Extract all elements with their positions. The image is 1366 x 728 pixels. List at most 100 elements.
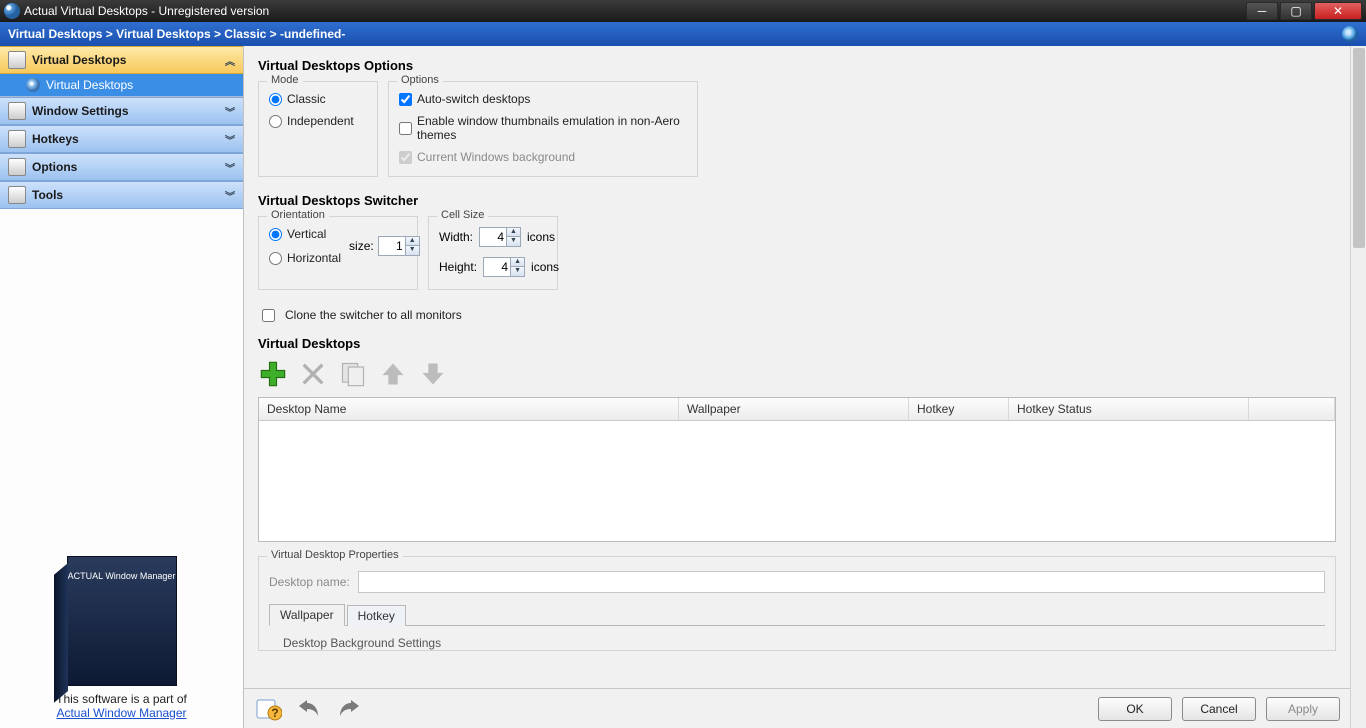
scrollbar-thumb[interactable] <box>1353 48 1365 248</box>
sidebar-item-options[interactable]: Options ︾ <box>0 153 243 181</box>
copy-button[interactable] <box>338 359 368 389</box>
breadcrumb-text: Virtual Desktops > Virtual Desktops > Cl… <box>8 27 345 41</box>
desktops-grid[interactable]: Desktop Name Wallpaper Hotkey Hotkey Sta… <box>258 397 1336 542</box>
radio-independent[interactable]: Independent <box>269 114 367 128</box>
height-label: Height: <box>439 260 477 274</box>
sidebar-sub-label: Virtual Desktops <box>46 78 133 92</box>
apply-button[interactable]: Apply <box>1266 697 1340 721</box>
height-unit: icons <box>531 260 559 274</box>
globe-icon[interactable] <box>1342 26 1358 42</box>
width-unit: icons <box>527 230 555 244</box>
close-button[interactable]: ✕ <box>1314 2 1362 20</box>
chevron-down-icon: ︾ <box>225 104 235 119</box>
minimize-button[interactable]: ─ <box>1246 2 1278 20</box>
check-thumbnails[interactable]: Enable window thumbnails emulation in no… <box>399 114 687 142</box>
col-spacer <box>1249 398 1335 420</box>
desktop-properties: Virtual Desktop Properties Desktop name:… <box>258 556 1336 651</box>
move-down-button[interactable] <box>418 359 448 389</box>
chevron-down-icon: ︾ <box>225 188 235 203</box>
radio-vertical-input[interactable] <box>269 228 282 241</box>
check-auto-switch-input[interactable] <box>399 93 412 106</box>
promo-link[interactable]: Actual Window Manager <box>56 706 186 720</box>
sidebar-label: Window Settings <box>32 104 129 118</box>
group-options-legend: Options <box>397 74 443 86</box>
help-button[interactable]: ? <box>254 695 284 723</box>
add-button[interactable] <box>258 359 288 389</box>
chevron-down-icon: ︾ <box>225 160 235 175</box>
col-hotkey[interactable]: Hotkey <box>909 398 1009 420</box>
size-stepper[interactable]: ▲▼ <box>378 236 420 256</box>
sidebar-item-tools[interactable]: Tools ︾ <box>0 181 243 209</box>
spin-up-icon[interactable]: ▲ <box>405 237 419 246</box>
desktops-toolbar <box>258 355 1336 397</box>
titlebar: Actual Virtual Desktops - Unregistered v… <box>0 0 1366 22</box>
desktop-name-input[interactable] <box>358 571 1325 593</box>
hotkeys-icon <box>8 130 26 148</box>
tab-hotkey[interactable]: Hotkey <box>347 605 406 626</box>
options-icon <box>8 158 26 176</box>
product-box-label: ACTUAL Window Manager <box>68 557 176 581</box>
spin-up-icon[interactable]: ▲ <box>506 228 520 237</box>
col-hotkey-status[interactable]: Hotkey Status <box>1009 398 1249 420</box>
radio-classic[interactable]: Classic <box>269 92 367 106</box>
check-clone-switcher[interactable]: Clone the switcher to all monitors <box>262 308 568 322</box>
sidebar-subitem-virtual-desktops[interactable]: Virtual Desktops <box>0 74 243 96</box>
radio-classic-input[interactable] <box>269 93 282 106</box>
vertical-scrollbar[interactable] <box>1350 46 1366 728</box>
undo-button[interactable] <box>294 695 324 723</box>
check-current-bg: Current Windows background <box>399 150 687 164</box>
spin-down-icon[interactable]: ▼ <box>405 246 419 255</box>
group-mode-legend: Mode <box>267 74 303 86</box>
redo-button[interactable] <box>334 695 364 723</box>
width-stepper[interactable]: ▲▼ <box>479 227 521 247</box>
promo-text: This software is a part of <box>8 692 235 706</box>
radio-vertical[interactable]: Vertical <box>269 227 341 241</box>
check-current-bg-input <box>399 151 412 164</box>
height-stepper[interactable]: ▲▼ <box>483 257 525 277</box>
sidebar-label: Options <box>32 160 77 174</box>
move-up-button[interactable] <box>378 359 408 389</box>
content-scroll[interactable]: Virtual Desktops Options Mode Classic In… <box>244 46 1350 688</box>
properties-legend: Virtual Desktop Properties <box>267 549 403 561</box>
sidebar-item-virtual-desktops[interactable]: Virtual Desktops ︽ <box>0 46 243 74</box>
sidebar-label: Virtual Desktops <box>32 53 126 67</box>
promo-panel: ACTUAL Window Manager This software is a… <box>0 548 243 728</box>
spin-down-icon[interactable]: ▼ <box>506 237 520 246</box>
section-heading-desktops: Virtual Desktops <box>258 336 1336 351</box>
main-body: Virtual Desktops ︽ Virtual Desktops Wind… <box>0 46 1366 728</box>
size-input[interactable] <box>379 237 405 255</box>
spin-down-icon[interactable]: ▼ <box>510 267 524 276</box>
section-heading-options: Virtual Desktops Options <box>258 58 1336 73</box>
svg-text:?: ? <box>271 706 278 720</box>
product-box-image: ACTUAL Window Manager <box>67 556 177 686</box>
height-input[interactable] <box>484 258 510 276</box>
grid-body[interactable] <box>259 421 1335 541</box>
check-auto-switch[interactable]: Auto-switch desktops <box>399 92 687 106</box>
width-input[interactable] <box>480 228 506 246</box>
sidebar-item-hotkeys[interactable]: Hotkeys ︾ <box>0 125 243 153</box>
radio-horizontal-input[interactable] <box>269 252 282 265</box>
app-window: Actual Virtual Desktops - Unregistered v… <box>0 0 1366 728</box>
check-clone-switcher-input[interactable] <box>262 309 275 322</box>
properties-tabs: Wallpaper Hotkey <box>269 603 1325 626</box>
check-thumbnails-input[interactable] <box>399 122 412 135</box>
group-cellsize-legend: Cell Size <box>437 209 488 221</box>
col-desktop-name[interactable]: Desktop Name <box>259 398 679 420</box>
spin-up-icon[interactable]: ▲ <box>510 258 524 267</box>
group-orientation-legend: Orientation <box>267 209 329 221</box>
desktops-sub-icon <box>26 78 40 92</box>
ok-button[interactable]: OK <box>1098 697 1172 721</box>
tools-icon <box>8 186 26 204</box>
radio-horizontal[interactable]: Horizontal <box>269 251 341 265</box>
sidebar-label: Hotkeys <box>32 132 79 146</box>
chevron-up-icon: ︽ <box>225 53 235 68</box>
cancel-button[interactable]: Cancel <box>1182 697 1256 721</box>
col-wallpaper[interactable]: Wallpaper <box>679 398 909 420</box>
delete-button[interactable] <box>298 359 328 389</box>
tab-wallpaper[interactable]: Wallpaper <box>269 604 345 626</box>
sidebar-item-window-settings[interactable]: Window Settings ︾ <box>0 97 243 125</box>
bg-settings-heading: Desktop Background Settings <box>269 626 1325 650</box>
sidebar-label: Tools <box>32 188 63 202</box>
maximize-button[interactable]: ▢ <box>1280 2 1312 20</box>
radio-independent-input[interactable] <box>269 115 282 128</box>
